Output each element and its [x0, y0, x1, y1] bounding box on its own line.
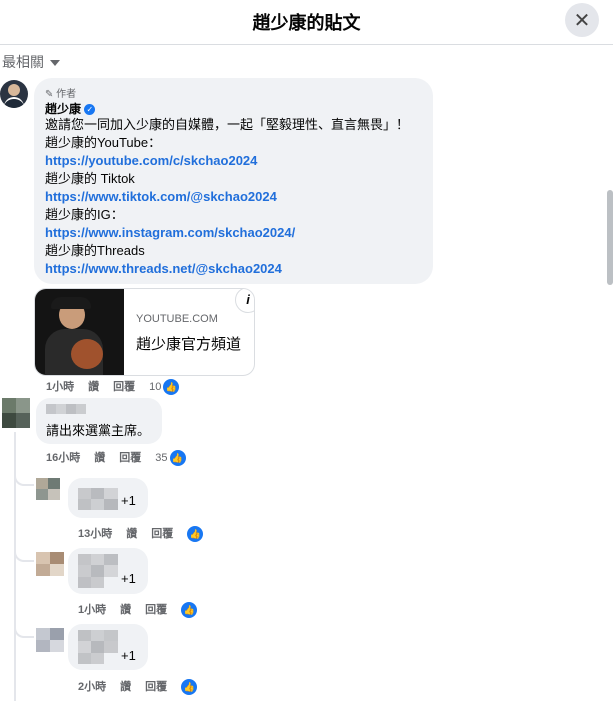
comment-time[interactable]: 1小時 [46, 381, 74, 393]
reply-button[interactable]: 回覆 [145, 681, 167, 693]
link-preview-card[interactable]: YOUTUBE.COM 趙少康官方頻道 i [34, 288, 255, 376]
comment-time[interactable]: 2小時 [78, 681, 106, 693]
preview-domain: YOUTUBE.COM [136, 313, 218, 325]
like-icon[interactable]: 👍 [187, 526, 204, 543]
avatar[interactable] [36, 552, 64, 576]
comment-text: 趙少康的 Tiktok [45, 171, 135, 186]
verified-icon: ✓ [84, 104, 96, 116]
comment-bubble: +1 [68, 624, 148, 670]
avatar[interactable] [2, 398, 30, 428]
comment-bubble: +1 [68, 478, 148, 518]
comment-time[interactable]: 13小時 [78, 528, 112, 540]
comment-meta: 16小時 讚 回覆 35 👍 [46, 449, 200, 467]
reaction-count: 10 [149, 381, 162, 393]
youtube-link[interactable]: https://youtube.com/c/skchao2024 [45, 152, 409, 170]
scrollbar-thumb[interactable] [607, 190, 613, 285]
reply-button[interactable]: 回覆 [145, 604, 167, 616]
avatar[interactable] [36, 478, 60, 500]
reply-button[interactable]: 回覆 [113, 381, 135, 393]
like-icon[interactable]: 👍 [163, 379, 180, 396]
comment-bubble: 請出來選黨主席。 [36, 398, 162, 444]
reply-button[interactable]: 回覆 [151, 528, 173, 540]
reaction-count: 35 [155, 452, 168, 464]
preview-title: 趙少康官方頻道 [136, 336, 242, 353]
blurred-content [78, 488, 118, 510]
blurred-content [78, 630, 118, 664]
mention-badge: +1 [121, 493, 136, 508]
comment-meta: 1小時 讚 回覆 👍 [78, 601, 211, 619]
avatar[interactable] [0, 80, 28, 108]
thread-connector [14, 624, 34, 638]
like-icon[interactable]: 👍 [169, 450, 186, 467]
thread-connector [14, 472, 34, 486]
comment-text: 請出來選黨主席。 [46, 423, 151, 438]
blurred-name [46, 404, 86, 414]
chevron-down-icon [50, 60, 60, 67]
dialog-title: 趙少康的貼文 [252, 13, 361, 33]
comment-text: 趙少康的YouTube： [45, 135, 162, 150]
author-name[interactable]: 趙少康 ✓ [45, 100, 96, 117]
mention-badge: +1 [121, 571, 136, 586]
mention-badge: +1 [121, 648, 136, 663]
like-button[interactable]: 讚 [88, 381, 99, 393]
pencil-icon: ✎ [45, 89, 54, 100]
sort-dropdown[interactable]: 最相關 [2, 52, 60, 72]
blurred-content [78, 554, 118, 588]
close-icon: ✕ [573, 9, 591, 32]
comment-meta: 1小時 讚 回覆 10 👍 [46, 378, 193, 396]
like-button[interactable]: 讚 [94, 452, 105, 464]
thread-connector [14, 548, 34, 562]
comment-bubble: ✎ 作者 趙少康 ✓ 邀請您一同加入少康的自媒體，一起「堅毅理性、直言無畏」！ … [34, 78, 433, 284]
like-icon[interactable]: 👍 [181, 602, 198, 619]
comment-meta: 13小時 讚 回覆 👍 [78, 525, 217, 543]
like-button[interactable]: 讚 [126, 528, 137, 540]
reply-button[interactable]: 回覆 [119, 452, 141, 464]
comment-text: 趙少康的IG： [45, 207, 124, 222]
comment-text: 趙少康的Threads [45, 243, 145, 258]
sort-label: 最相關 [2, 54, 44, 70]
author-badge: ✎ 作者 [45, 89, 77, 100]
like-icon[interactable]: 👍 [181, 679, 198, 696]
threads-link[interactable]: https://www.threads.net/@skchao2024 [45, 260, 409, 278]
preview-thumbnail [35, 289, 124, 375]
comment-time[interactable]: 1小時 [78, 604, 106, 616]
comment-bubble: +1 [68, 548, 148, 594]
like-button[interactable]: 讚 [120, 604, 131, 616]
close-button[interactable]: ✕ [565, 3, 599, 37]
like-button[interactable]: 讚 [120, 681, 131, 693]
avatar[interactable] [36, 628, 64, 652]
instagram-link[interactable]: https://www.instagram.com/skchao2024/ [45, 224, 409, 242]
comment-text: 邀請您一同加入少康的自媒體，一起「堅毅理性、直言無畏」！ [45, 117, 410, 132]
info-icon[interactable]: i [235, 289, 254, 313]
comment-meta: 2小時 讚 回覆 👍 [78, 678, 211, 696]
dialog-header: 趙少康的貼文 ✕ [0, 0, 613, 45]
tiktok-link[interactable]: https://www.tiktok.com/@skchao2024 [45, 188, 409, 206]
comment-time[interactable]: 16小時 [46, 452, 80, 464]
